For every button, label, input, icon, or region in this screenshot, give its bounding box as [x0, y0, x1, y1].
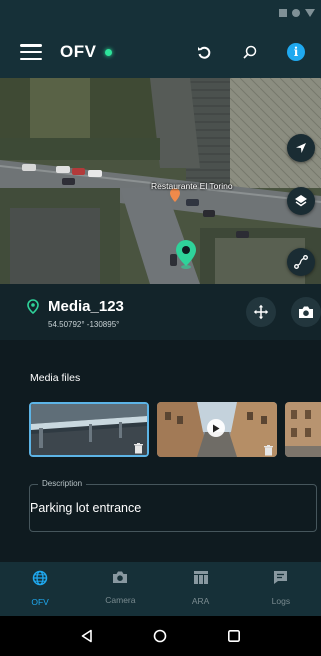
app-screen: OFV i Restaurante El Torino Media_123 54…	[0, 0, 321, 656]
location-pin-icon	[27, 299, 39, 319]
nav-label-camera: Camera	[105, 595, 136, 605]
navigation-arrow-icon[interactable]	[287, 134, 315, 162]
bottom-navigation: OFV Camera ARA Logs	[0, 562, 321, 616]
search-icon[interactable]	[237, 39, 263, 65]
refresh-icon[interactable]	[191, 39, 217, 65]
triangle-icon	[305, 9, 315, 17]
info-button[interactable]: i	[283, 39, 309, 65]
media-title: Media_123	[48, 298, 124, 315]
media-files-list[interactable]	[29, 402, 321, 460]
layers-icon[interactable]	[287, 187, 315, 215]
app-title: OFV	[60, 42, 97, 61]
table-icon	[193, 570, 209, 590]
back-icon[interactable]	[75, 624, 99, 648]
media-thumbnail-1[interactable]	[29, 402, 149, 457]
media-coordinates: 54.50792° -130895°	[48, 320, 120, 329]
description-label: Description	[38, 479, 87, 488]
square-icon	[279, 9, 287, 17]
nav-label-logs: Logs	[271, 596, 291, 606]
circle-icon	[292, 9, 300, 17]
system-navigation-bar	[0, 616, 321, 656]
map-poi-label: Restaurante El Torino	[151, 181, 233, 191]
app-bar: OFV i	[0, 26, 321, 78]
delete-icon[interactable]	[264, 443, 273, 456]
home-icon[interactable]	[148, 624, 172, 648]
nav-label-ofv: OFV	[31, 597, 49, 607]
media-header: Media_123 54.50792° -130895°	[0, 284, 321, 340]
status-bar	[0, 0, 321, 26]
description-field[interactable]: Description Parking lot entrance	[29, 479, 317, 532]
route-icon[interactable]	[287, 248, 315, 276]
media-thumbnail-2[interactable]	[157, 402, 277, 457]
media-files-title: Media files	[30, 372, 81, 384]
play-icon[interactable]	[207, 419, 225, 437]
nav-label-ara: ARA	[191, 596, 210, 606]
recents-icon[interactable]	[222, 624, 246, 648]
nav-item-ofv[interactable]: OFV	[0, 562, 80, 616]
nav-item-camera[interactable]: Camera	[80, 562, 160, 616]
nav-item-logs[interactable]: Logs	[241, 562, 321, 616]
message-icon	[273, 570, 288, 590]
globe-icon	[32, 570, 48, 591]
delete-icon[interactable]	[134, 441, 143, 454]
satellite-map[interactable]: Restaurante El Torino	[0, 78, 321, 284]
move-icon[interactable]	[246, 297, 276, 327]
description-text: Parking lot entrance	[30, 501, 142, 515]
camera-icon[interactable]	[291, 297, 321, 327]
media-detail-panel: Media_123 54.50792° -130895° Media files	[0, 284, 321, 562]
connection-status-indicator	[105, 48, 113, 56]
info-icon: i	[287, 43, 305, 61]
nav-item-ara[interactable]: ARA	[161, 562, 241, 616]
media-thumbnail-3[interactable]	[285, 402, 321, 457]
hamburger-menu-icon[interactable]	[20, 44, 42, 60]
camera-icon	[112, 570, 128, 589]
